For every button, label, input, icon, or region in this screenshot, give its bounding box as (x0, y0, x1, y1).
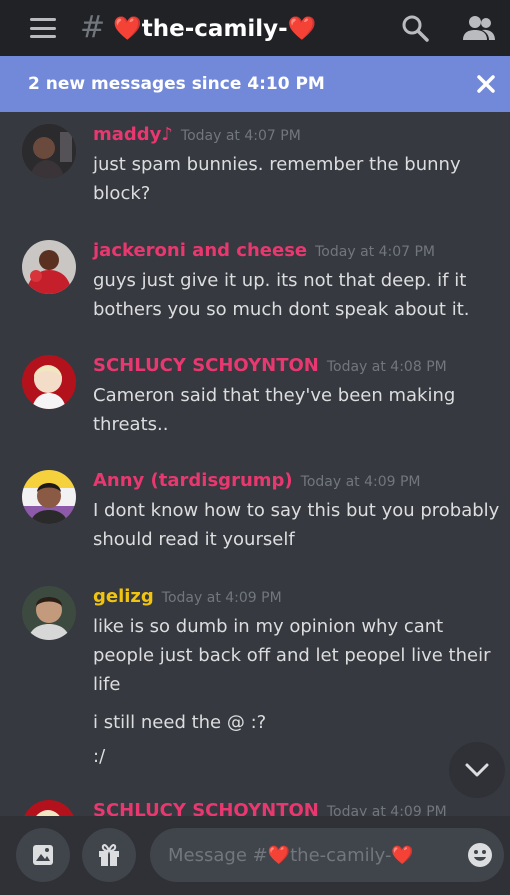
search-icon[interactable] (400, 13, 430, 43)
channel-hash-icon: # (80, 10, 106, 45)
message-timestamp: Today at 4:09 PM (326, 804, 447, 816)
avatar[interactable] (22, 355, 76, 409)
emoji-icon[interactable] (466, 841, 494, 869)
avatar[interactable] (22, 800, 76, 816)
message-line: should read it yourself (93, 529, 295, 550)
message-timestamp: Today at 4:09 PM (300, 474, 421, 490)
hamburger-menu-icon[interactable] (30, 18, 56, 38)
message-timestamp: Today at 4:07 PM (315, 244, 435, 260)
message-line: i still need the @ :? (93, 712, 267, 733)
close-icon[interactable] (472, 70, 500, 98)
message-content: like is so dumb in my opinion why cant p… (93, 612, 493, 699)
message-line: Cameron said that they've been making (93, 385, 456, 406)
message-line: threats.. (93, 414, 169, 435)
new-messages-text: 2 new messages since 4:10 PM (28, 74, 325, 94)
message-line: like is so dumb in my opinion why cant (93, 616, 444, 637)
message-content: just spam bunnies. remember the bunny bl… (93, 150, 493, 208)
avatar[interactable] (22, 124, 76, 178)
message-line: life (93, 674, 121, 695)
message-timestamp: Today at 4:08 PM (326, 359, 447, 375)
chevron-down-icon (465, 763, 489, 777)
message-line: block? (93, 183, 151, 204)
gift-icon (99, 844, 119, 866)
message-author[interactable]: SCHLUCY SCHOYNTON (93, 800, 319, 816)
avatar[interactable] (22, 240, 76, 294)
message-content: guys just give it up. its not that deep.… (93, 266, 493, 324)
message-content: :/ (93, 742, 493, 771)
message-input[interactable] (168, 844, 448, 866)
message-author[interactable]: gelizg (93, 586, 154, 607)
message-timestamp: Today at 4:09 PM (161, 590, 282, 606)
message-line: I dont know how to say this but you prob… (93, 500, 500, 521)
avatar[interactable] (22, 586, 76, 640)
message-content: I dont know how to say this but you prob… (93, 496, 500, 554)
message-author[interactable]: Anny (tardisgrump) (93, 470, 293, 491)
gift-button[interactable] (82, 828, 136, 882)
new-messages-banner[interactable]: 2 new messages since 4:10 PM (0, 56, 510, 112)
message-line: people just back off and let peopel live… (93, 645, 491, 666)
message-line: :/ (93, 746, 106, 767)
message-line: just spam bunnies. remember the bunny (93, 154, 461, 175)
channel-name[interactable]: ❤️the-camily-❤️ (113, 15, 316, 42)
image-upload-button[interactable] (16, 828, 70, 882)
message-author[interactable]: jackeroni and cheese (93, 240, 307, 261)
channel-header: # ❤️the-camily-❤️ (0, 0, 510, 56)
message-author[interactable]: SCHLUCY SCHOYNTON (93, 355, 319, 376)
avatar[interactable] (22, 470, 76, 524)
message-line: bothers you so much dont speak about it. (93, 299, 470, 320)
jump-to-bottom-button[interactable] (449, 742, 505, 798)
message-line: guys just give it up. its not that deep.… (93, 270, 467, 291)
message-content: Cameron said that they've been making th… (93, 381, 493, 439)
members-icon[interactable] (462, 14, 496, 42)
message-input-box[interactable] (150, 828, 504, 882)
message-list[interactable]: maddy♪ Today at 4:07 PM just spam bunnies… (0, 112, 510, 816)
message-author[interactable]: maddy♪ (93, 124, 173, 145)
message-composer (0, 816, 510, 895)
message-content: i still need the @ :? (93, 708, 493, 737)
message-timestamp: Today at 4:07 PM (180, 128, 301, 144)
image-upload-icon (33, 845, 53, 865)
